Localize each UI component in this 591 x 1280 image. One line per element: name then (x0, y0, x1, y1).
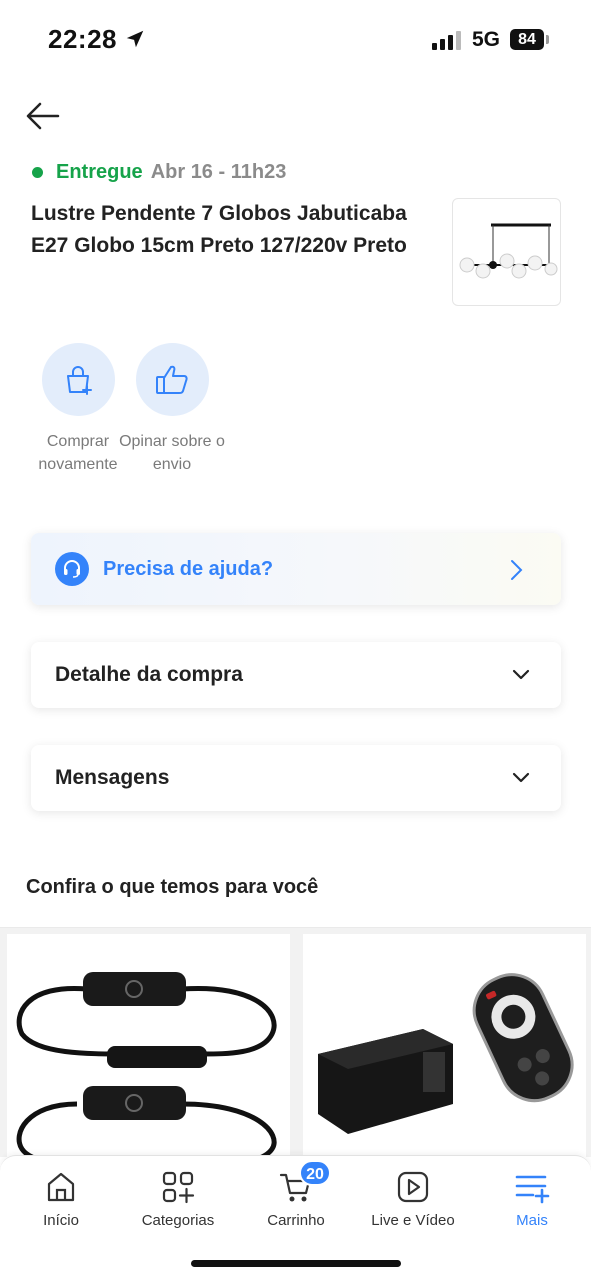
recommendation-card-1[interactable] (7, 934, 290, 1164)
location-arrow-icon (126, 30, 144, 48)
categories-icon (162, 1171, 195, 1204)
review-shipping-label: Opinar sobre o envio (119, 433, 225, 473)
nav-more-label: Mais (516, 1212, 548, 1229)
play-icon (397, 1171, 429, 1203)
thumbs-up-icon (156, 365, 188, 394)
nav-home-label: Início (43, 1212, 79, 1229)
nav-home[interactable]: Início (2, 1168, 120, 1229)
help-card[interactable]: Precisa de ajuda? (31, 533, 561, 605)
nav-live-video[interactable]: Live e Vídeo (354, 1168, 472, 1229)
status-bar: 22:28 5G 84 (0, 0, 591, 80)
cart-badge: 20 (299, 1160, 331, 1186)
arrow-left-icon (26, 102, 60, 130)
recommendations-title: Confira o que temos para você (26, 876, 319, 898)
messages-title: Mensagens (55, 766, 170, 789)
product-title[interactable]: Lustre Pendente 7 Globos Jabuticaba E27 … (31, 198, 431, 262)
home-icon (47, 1172, 75, 1202)
help-label: Precisa de ajuda? (103, 557, 274, 580)
buy-again-circle (41, 343, 115, 416)
nav-live-video-label: Live e Vídeo (371, 1212, 455, 1229)
review-shipping-circle (135, 343, 209, 416)
recommendations-grid (0, 927, 591, 1164)
product-thumbnail[interactable] (452, 198, 561, 306)
battery-level: 84 (518, 31, 536, 48)
bag-plus-icon (67, 365, 92, 395)
messages-card[interactable]: Mensagens (31, 745, 561, 811)
pendant-lamp-image (459, 223, 558, 279)
battery-tip (546, 35, 549, 44)
purchase-detail-card[interactable]: Detalhe da compra (31, 642, 561, 708)
home-indicator (191, 1260, 401, 1267)
nav-cart-label: Carrinho (267, 1212, 325, 1229)
order-status-line: Entregue Abr 16 - 11h23 (32, 161, 286, 184)
dimmer-cable-image (16, 972, 277, 1164)
nav-more[interactable]: Mais (473, 1168, 591, 1229)
order-status: Entregue (56, 161, 143, 183)
led-dimmer-remote-image (318, 973, 574, 1134)
review-shipping-button[interactable]: Opinar sobre o envio (117, 343, 227, 476)
status-time: 22:28 (48, 24, 117, 54)
order-date: Abr 16 - 11h23 (150, 161, 287, 183)
recommendation-card-2[interactable] (303, 934, 586, 1164)
chevron-down-icon (512, 669, 530, 680)
chevron-right-icon (511, 560, 523, 580)
nav-categories-label: Categorias (141, 1212, 215, 1229)
headset-icon (55, 552, 89, 586)
signal-icon (432, 31, 461, 50)
purchase-detail-title: Detalhe da compra (55, 663, 243, 686)
nav-categories[interactable]: Categorias (119, 1168, 237, 1229)
chevron-down-icon (512, 772, 530, 783)
status-dot-icon (32, 167, 43, 178)
nav-cart[interactable]: 20 Carrinho (237, 1160, 355, 1229)
menu-plus-icon (515, 1175, 550, 1204)
back-button[interactable] (24, 96, 64, 136)
network-label: 5G (472, 28, 501, 51)
battery-icon: 84 (510, 29, 544, 50)
